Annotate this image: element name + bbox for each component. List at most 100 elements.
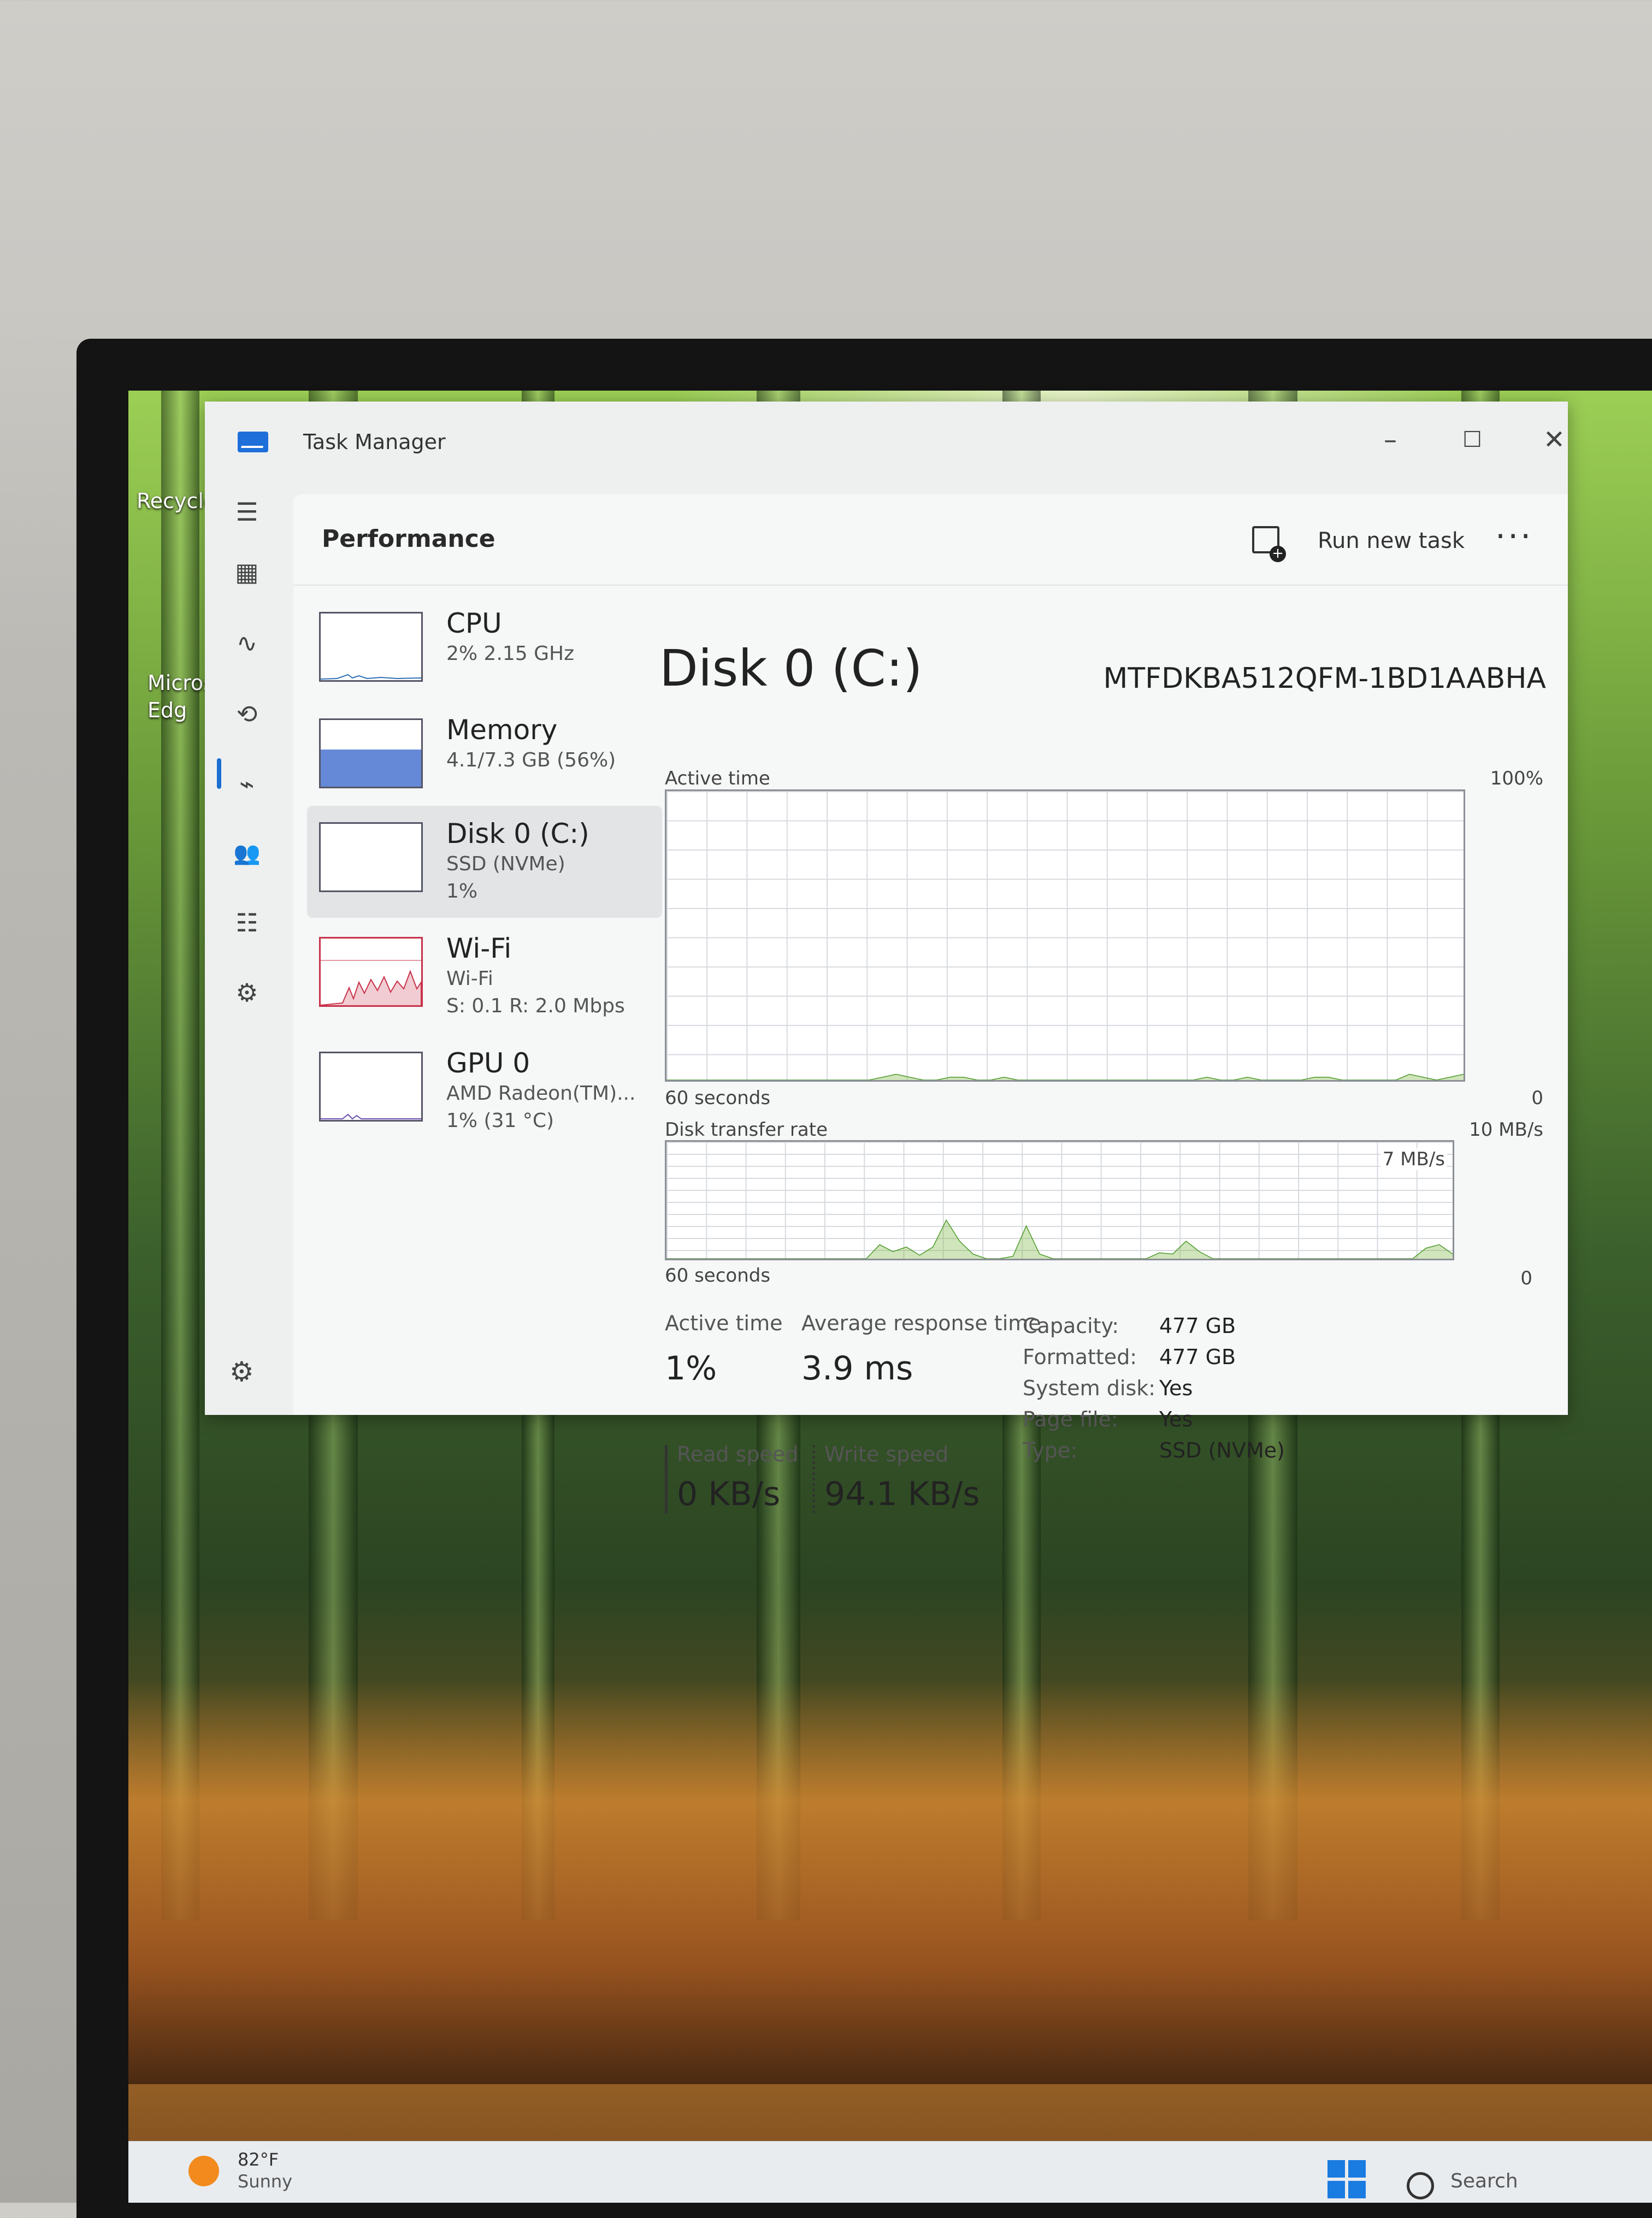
- disk-thumbnail-graph: [319, 822, 423, 892]
- read-speed-value: 0 KB/s: [677, 1475, 781, 1513]
- series-line: [666, 1074, 1464, 1080]
- disk-detail-panel: Disk 0 (C:) MTFDKBA512QFM-1BD1AABHA Acti…: [659, 585, 1551, 1513]
- read-speed-label: Read speed: [677, 1442, 799, 1466]
- close-button[interactable]: ✕: [1527, 418, 1582, 462]
- chart2-max: 10 MB/s: [1469, 1119, 1543, 1141]
- series-area: [666, 1220, 1453, 1259]
- run-new-task-icon[interactable]: [1252, 526, 1286, 562]
- nav-active-indicator: [217, 758, 221, 789]
- task-manager-window: Task Manager – ☐ ✕ ☰ ▦ ∿ ⟲ ⌁ 👥 ☷ ⚙ ⚙ Per…: [205, 402, 1568, 1513]
- transfer-rate-chart: 7 MB/s: [665, 1140, 1454, 1260]
- resource-title: Memory: [446, 714, 558, 746]
- resource-item-memory[interactable]: Memory 4.1/7.3 GB (56%): [307, 702, 662, 814]
- startup-apps-icon[interactable]: ⌁: [229, 766, 264, 801]
- resource-subtitle: AMD Radeon(TM)...: [446, 1082, 636, 1105]
- performance-icon[interactable]: ∿: [229, 626, 264, 660]
- cpu-sparkline: [321, 674, 421, 680]
- memory-usage-fill: [321, 749, 421, 787]
- gpu-sparkline: [321, 1113, 421, 1120]
- resource-subtitle: Wi-Fi: [446, 968, 493, 990]
- active-time-value: 1%: [665, 1349, 717, 1388]
- resource-subtitle: SSD (NVMe): [446, 853, 565, 875]
- memory-thumbnail-graph: [319, 718, 423, 788]
- edge-shortcut-icon[interactable]: Micros Edg: [148, 669, 214, 724]
- nav-rail: ☰ ▦ ∿ ⟲ ⌁ 👥 ☷ ⚙ ⚙: [205, 494, 290, 1415]
- wifi-sparkline: [321, 960, 421, 1005]
- active-time-label: Active time: [665, 1311, 783, 1335]
- performance-pane: Performance Run new task ··· CPU 2% 2.15…: [293, 494, 1568, 1513]
- chart1-label: Active time: [665, 768, 770, 789]
- grass: [128, 1680, 1652, 2084]
- resource-item-cpu[interactable]: CPU 2% 2.15 GHz: [307, 595, 662, 707]
- settings-icon[interactable]: ⚙: [229, 1356, 254, 1388]
- wifi-thumbnail-graph: [319, 937, 423, 1007]
- resource-item-disk0[interactable]: Disk 0 (C:) SSD (NVMe) 1%: [307, 806, 662, 918]
- chart1-time: 60 seconds: [665, 1087, 771, 1109]
- resource-subtitle: 1%: [446, 880, 478, 902]
- active-time-chart: [665, 789, 1465, 1082]
- chart2-label: Disk transfer rate: [665, 1119, 828, 1141]
- series-area: [666, 1074, 1464, 1080]
- capacity-label: Capacity:: [1023, 1314, 1119, 1338]
- system-disk-label: System disk:: [1023, 1376, 1156, 1400]
- weather-condition[interactable]: Sunny: [238, 2171, 292, 2192]
- resource-item-wifi[interactable]: Wi-Fi Wi-Fi S: 0.1 R: 2.0 Mbps: [307, 921, 662, 1033]
- search-label[interactable]: Search: [1450, 2170, 1518, 2192]
- users-icon[interactable]: 👥: [229, 836, 264, 871]
- resource-subtitle: 4.1/7.3 GB (56%): [446, 749, 616, 771]
- taskbar: 82°F Sunny Search: [128, 2141, 1652, 2203]
- run-new-task-button[interactable]: Run new task: [1318, 528, 1465, 553]
- page-file-label: Page file:: [1023, 1407, 1118, 1431]
- avg-response-label: Average response time: [801, 1311, 1041, 1335]
- page-file-value: Yes: [1159, 1407, 1193, 1431]
- capacity-value: 477 GB: [1159, 1314, 1236, 1338]
- transfer-rate-plot: [666, 1142, 1453, 1259]
- read-speed-indicator: [665, 1445, 668, 1513]
- weather-temp[interactable]: 82°F: [238, 2149, 279, 2170]
- type-value: SSD (NVMe): [1159, 1438, 1285, 1462]
- window-title: Task Manager: [303, 430, 446, 454]
- write-speed-label: Write speed: [824, 1442, 949, 1466]
- weather-sun-icon[interactable]: [188, 2156, 219, 2186]
- services-icon[interactable]: ⚙: [229, 975, 264, 1010]
- resource-subtitle: 2% 2.15 GHz: [446, 642, 575, 665]
- maximize-button[interactable]: ☐: [1445, 418, 1500, 462]
- resource-title: GPU 0: [446, 1047, 530, 1079]
- avg-response-value: 3.9 ms: [801, 1349, 913, 1388]
- formatted-value: 477 GB: [1159, 1345, 1236, 1369]
- page-header: Performance Run new task ···: [293, 494, 1568, 586]
- detail-title: Disk 0 (C:): [659, 639, 923, 698]
- title-bar: Task Manager – ☐ ✕: [205, 402, 1568, 494]
- start-icon[interactable]: [1328, 2160, 1366, 2198]
- app-history-icon[interactable]: ⟲: [229, 697, 264, 732]
- hamburger-menu-icon[interactable]: ☰: [229, 494, 264, 529]
- resource-title: CPU: [446, 607, 502, 639]
- system-disk-value: Yes: [1159, 1376, 1193, 1400]
- page-title: Performance: [322, 525, 495, 553]
- search-icon[interactable]: [1407, 2172, 1434, 2199]
- resource-title: Disk 0 (C:): [446, 818, 589, 850]
- resource-subtitle: S: 0.1 R: 2.0 Mbps: [446, 995, 625, 1017]
- task-manager-icon: [238, 432, 268, 452]
- write-speed-indicator: [812, 1445, 815, 1513]
- resource-list: CPU 2% 2.15 GHz Memory 4.1/7.3 GB (56%) …: [293, 585, 662, 1415]
- processes-icon[interactable]: ▦: [229, 554, 264, 589]
- chart2-time: 60 seconds: [665, 1265, 771, 1287]
- type-label: Type:: [1023, 1438, 1078, 1462]
- resource-subtitle: 1% (31 °C): [446, 1110, 554, 1132]
- write-speed-value: 94.1 KB/s: [824, 1475, 980, 1513]
- chart2-mid: 7 MB/s: [1380, 1148, 1447, 1170]
- minimize-button[interactable]: –: [1363, 418, 1418, 462]
- gpu-thumbnail-graph: [319, 1052, 423, 1122]
- series-line: [666, 1220, 1453, 1259]
- cpu-thumbnail-graph: [319, 612, 423, 682]
- more-options-button[interactable]: ···: [1495, 517, 1533, 556]
- active-time-plot: [666, 791, 1464, 1080]
- chart1-max: 100%: [1490, 768, 1543, 789]
- disk-model: MTFDKBA512QFM-1BD1AABHA: [1103, 662, 1546, 695]
- resource-title: Wi-Fi: [446, 933, 512, 964]
- formatted-label: Formatted:: [1023, 1345, 1137, 1369]
- chart1-min: 0: [1531, 1087, 1543, 1109]
- details-icon[interactable]: ☷: [229, 905, 264, 940]
- resource-item-gpu0[interactable]: GPU 0 AMD Radeon(TM)... 1% (31 °C): [307, 1035, 662, 1147]
